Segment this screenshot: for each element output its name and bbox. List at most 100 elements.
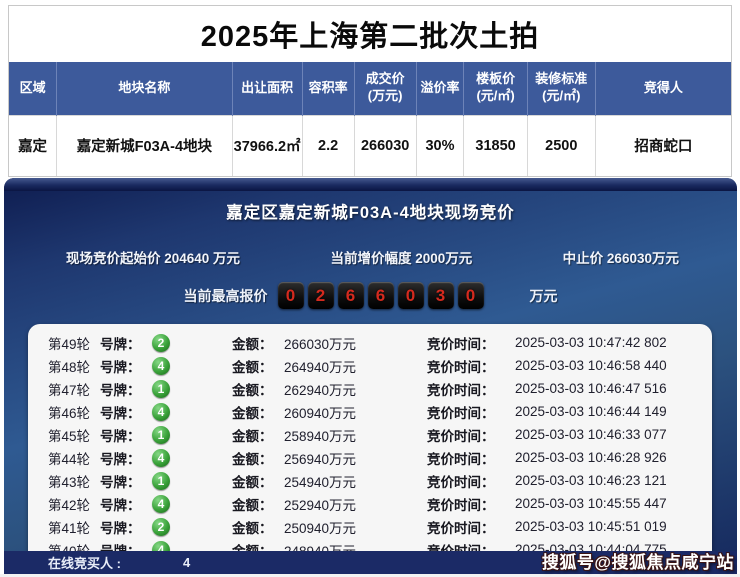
col-plot-ratio: 容积率 <box>302 62 354 115</box>
bid-time: 2025-03-03 10:46:58 440 <box>515 358 712 373</box>
amount-label: 金额： <box>232 448 284 468</box>
amount-label: 金额： <box>232 379 284 399</box>
cell-plot-name: 嘉定新城F03A-4地块 <box>57 115 232 176</box>
amount-label: 金额： <box>232 402 284 422</box>
cell-winner: 招商蛇口 <box>595 115 731 176</box>
table-row: 嘉定 嘉定新城F03A-4地块 37966.2㎡ 2.2 266030 30% … <box>9 115 731 176</box>
live-bidding-panel: 嘉定区嘉定新城F03A-4地块现场竞价 现场竞价起始价 204640 万元 当前… <box>4 178 737 574</box>
bid-digit: 0 <box>398 282 424 309</box>
time-label: 竞价时间： <box>427 448 515 468</box>
round-number: 第45轮 <box>48 425 100 445</box>
amount-label: 金额： <box>232 494 284 514</box>
col-premium-rate: 溢价率 <box>416 62 464 115</box>
list-item: 第46轮 号牌： 4 金额： 260940万元 竞价时间： 2025-03-03… <box>28 400 712 423</box>
time-label: 竞价时间： <box>427 471 515 491</box>
amount-label: 金额： <box>232 356 284 376</box>
bid-amount: 254940万元 <box>284 471 427 491</box>
amount-label: 金额： <box>232 333 284 353</box>
badge-cell: 4 <box>152 357 192 375</box>
paddle-label: 号牌： <box>100 402 152 422</box>
table-header-row: 区域 地块名称 出让面积 容积率 成交价 (万元) 溢价率 楼板价 (元/㎡) … <box>9 62 731 115</box>
bid-time: 2025-03-03 10:46:47 516 <box>515 381 712 396</box>
bid-amount: 252940万元 <box>284 494 427 514</box>
paddle-number-badge: 4 <box>152 357 170 375</box>
list-item: 第41轮 号牌： 2 金额： 250940万元 竞价时间： 2025-03-03… <box>28 515 712 538</box>
paddle-label: 号牌： <box>100 448 152 468</box>
paddle-label: 号牌： <box>100 517 152 537</box>
round-number: 第42轮 <box>48 494 100 514</box>
auction-price-info: 现场竞价起始价 204640 万元 当前增价幅度 2000万元 中止价 2660… <box>4 247 737 267</box>
bid-time: 2025-03-03 10:46:33 077 <box>515 427 712 442</box>
badge-cell: 1 <box>152 380 192 398</box>
paddle-number-badge: 1 <box>152 472 170 490</box>
bid-digit: 0 <box>458 282 484 309</box>
bid-amount: 260940万元 <box>284 402 427 422</box>
list-item: 第45轮 号牌： 1 金额： 258940万元 竞价时间： 2025-03-03… <box>28 423 712 446</box>
round-number: 第46轮 <box>48 402 100 422</box>
amount-label: 金额： <box>232 425 284 445</box>
col-winner: 竞得人 <box>595 62 731 115</box>
bid-rounds-list: 第49轮 号牌： 2 金额： 266030万元 竞价时间： 2025-03-03… <box>28 324 712 564</box>
cell-area: 37966.2㎡ <box>232 115 302 176</box>
paddle-number-badge: 1 <box>152 426 170 444</box>
paddle-label: 号牌： <box>100 356 152 376</box>
online-bidders-label: 在线竞买人 : <box>48 553 121 572</box>
bid-digit: 3 <box>428 282 454 309</box>
badge-cell: 2 <box>152 518 192 536</box>
list-item: 第44轮 号牌： 4 金额： 256940万元 竞价时间： 2025-03-03… <box>28 446 712 469</box>
bid-amount: 266030万元 <box>284 333 427 353</box>
list-item: 第47轮 号牌： 1 金额： 262940万元 竞价时间： 2025-03-03… <box>28 377 712 400</box>
paddle-number-badge: 4 <box>152 449 170 467</box>
online-bidders-count: 4 <box>183 555 190 570</box>
list-item: 第42轮 号牌： 4 金额： 252940万元 竞价时间： 2025-03-03… <box>28 492 712 515</box>
round-number: 第44轮 <box>48 448 100 468</box>
round-number: 第48轮 <box>48 356 100 376</box>
badge-cell: 4 <box>152 495 192 513</box>
bid-amount: 250940万元 <box>284 517 427 537</box>
highest-bid-digit-display: 0 2 6 6 0 3 0 <box>278 282 484 309</box>
paddle-label: 号牌： <box>100 494 152 514</box>
page-header: 2025年上海第二批次土拍 <box>9 6 731 62</box>
list-item: 第49轮 号牌： 2 金额： 266030万元 竞价时间： 2025-03-03… <box>28 331 712 354</box>
badge-cell: 1 <box>152 472 192 490</box>
bid-time: 2025-03-03 10:47:42 802 <box>515 335 712 350</box>
highest-bid-unit: 万元 <box>530 286 558 306</box>
bid-time: 2025-03-03 10:45:51 019 <box>515 519 712 534</box>
amount-label: 金额： <box>232 517 284 537</box>
time-label: 竞价时间： <box>427 333 515 353</box>
paddle-label: 号牌： <box>100 333 152 353</box>
highest-bid-row: 当前最高报价 0 2 6 6 0 3 0 万元 <box>4 282 737 309</box>
cell-floor-price: 31850 <box>464 115 528 176</box>
stop-price: 中止价 266030万元 <box>563 247 679 267</box>
bid-digit: 6 <box>368 282 394 309</box>
badge-cell: 1 <box>152 426 192 444</box>
panel-gloss-bar <box>4 178 737 191</box>
cell-deal-price: 266030 <box>354 115 416 176</box>
paddle-label: 号牌： <box>100 425 152 445</box>
start-price: 现场竞价起始价 204640 万元 <box>66 247 240 267</box>
summary-section: 2025年上海第二批次土拍 区域 地块名称 出让面积 容积率 成交价 (万元) … <box>8 5 732 177</box>
bid-time: 2025-03-03 10:46:28 926 <box>515 450 712 465</box>
bid-time: 2025-03-03 10:46:23 121 <box>515 473 712 488</box>
time-label: 竞价时间： <box>427 425 515 445</box>
cell-plot-ratio: 2.2 <box>302 115 354 176</box>
list-item: 第48轮 号牌： 4 金额： 264940万元 竞价时间： 2025-03-03… <box>28 354 712 377</box>
badge-cell: 2 <box>152 334 192 352</box>
col-floor-price: 楼板价 (元/㎡) <box>464 62 528 115</box>
cell-region: 嘉定 <box>9 115 57 176</box>
time-label: 竞价时间： <box>427 356 515 376</box>
paddle-number-badge: 1 <box>152 380 170 398</box>
bid-time: 2025-03-03 10:45:55 447 <box>515 496 712 511</box>
amount-label: 金额： <box>232 471 284 491</box>
col-region: 区域 <box>9 62 57 115</box>
badge-cell: 4 <box>152 449 192 467</box>
col-decoration-standard: 装修标准 (元/㎡) <box>527 62 595 115</box>
col-deal-price: 成交价 (万元) <box>354 62 416 115</box>
time-label: 竞价时间： <box>427 517 515 537</box>
paddle-number-badge: 2 <box>152 334 170 352</box>
round-number: 第47轮 <box>48 379 100 399</box>
highest-bid-label: 当前最高报价 <box>184 286 268 306</box>
paddle-number-badge: 4 <box>152 495 170 513</box>
paddle-label: 号牌： <box>100 379 152 399</box>
time-label: 竞价时间： <box>427 402 515 422</box>
